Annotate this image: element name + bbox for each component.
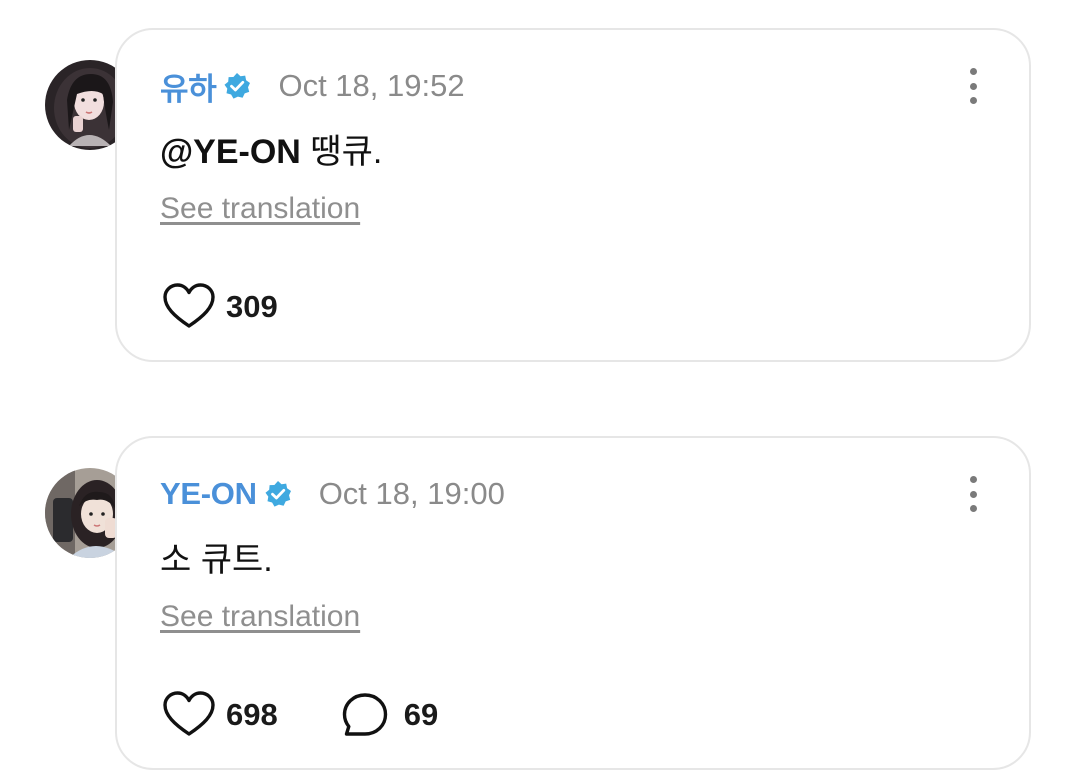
- heart-icon: [162, 690, 216, 740]
- see-translation-link[interactable]: See translation: [160, 600, 360, 634]
- comment-card: 유하 Oct 18, 19:52 @YE-ON 땡큐. See translat…: [115, 28, 1031, 362]
- like-count: 698: [226, 697, 278, 732]
- like-button[interactable]: 698: [162, 690, 278, 740]
- comment-body: 소 큐트.: [160, 541, 273, 579]
- comment-text: @YE-ON 땡큐.: [160, 124, 382, 173]
- comment-header: YE-ON Oct 18, 19:00: [160, 474, 505, 514]
- verified-badge-icon: [222, 71, 252, 101]
- comment-actions: 698 69: [162, 690, 500, 740]
- reply-count: 69: [403, 697, 439, 732]
- more-options-icon[interactable]: [955, 66, 991, 106]
- comment-bubble-icon: [340, 690, 394, 740]
- author-name[interactable]: YE-ON: [160, 476, 257, 512]
- comment-body: 땡큐.: [300, 133, 383, 171]
- like-button[interactable]: 309: [162, 282, 278, 332]
- comment-text: 소 큐트.: [160, 532, 273, 581]
- timestamp: Oct 18, 19:52: [278, 68, 465, 103]
- mention-link[interactable]: @YE-ON: [160, 133, 301, 171]
- more-options-icon[interactable]: [955, 474, 991, 514]
- comment-thread: 유하 Oct 18, 19:52 @YE-ON 땡큐. See translat…: [0, 0, 1080, 783]
- comment-item: YE-ON Oct 18, 19:00 소 큐트. See translatio…: [0, 436, 1080, 772]
- author-name[interactable]: 유하: [160, 64, 217, 109]
- timestamp: Oct 18, 19:00: [318, 476, 505, 511]
- verified-badge-icon: [263, 479, 293, 509]
- comment-actions: 309: [162, 282, 340, 332]
- see-translation-link[interactable]: See translation: [160, 192, 360, 226]
- comment-item: 유하 Oct 18, 19:52 @YE-ON 땡큐. See translat…: [0, 28, 1080, 364]
- like-count: 309: [226, 289, 278, 324]
- reply-button[interactable]: 69: [340, 690, 438, 740]
- comment-card: YE-ON Oct 18, 19:00 소 큐트. See translatio…: [115, 436, 1031, 770]
- heart-icon: [162, 282, 216, 332]
- comment-header: 유하 Oct 18, 19:52: [160, 64, 465, 109]
